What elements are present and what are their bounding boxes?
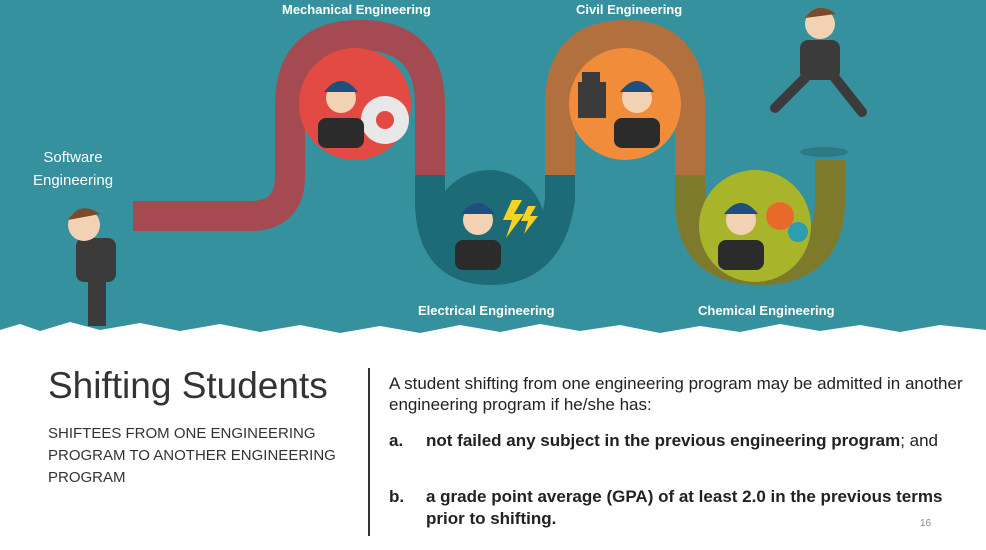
item-text-bold: a grade point average (GPA) of at least … (426, 487, 943, 528)
pathway-graphic (0, 7, 986, 340)
item-text-bold: not failed any subject in the previous e… (426, 431, 901, 450)
confused-student-figure (68, 208, 116, 326)
intro-text: A student shifting from one engineering … (389, 374, 963, 414)
slide: Software Engineering Mechanical Engineer… (0, 0, 986, 550)
engineering-pathway-illustration: Software Engineering Mechanical Engineer… (0, 0, 986, 340)
label-electrical-engineering: Electrical Engineering (418, 303, 555, 318)
page-number: 16 (920, 518, 932, 529)
pipe-exit-shadow (800, 147, 848, 157)
torn-paper-edge (0, 322, 986, 340)
label-civil-engineering: Civil Engineering (576, 2, 683, 17)
item-marker: a. (389, 431, 404, 450)
gear-icon (361, 96, 409, 144)
item-text: not failed any subject in the previous e… (426, 430, 971, 452)
slide-title: Shifting Students (48, 365, 328, 406)
label-software-engineering: Software Engineering (32, 149, 114, 189)
label-mechanical-engineering: Mechanical Engineering (282, 2, 431, 17)
label-chemical-engineering: Chemical Engineering (698, 303, 835, 318)
item-text: a grade point average (GPA) of at least … (426, 486, 971, 530)
slide-subtitle: SHIFTEES FROM ONE ENGINEERING PROGRAM TO… (48, 425, 336, 486)
item-marker: b. (389, 487, 405, 506)
item-text-rest: ; and (900, 431, 939, 450)
vertical-divider (368, 368, 370, 536)
jumping-student-figure (770, 7, 867, 117)
